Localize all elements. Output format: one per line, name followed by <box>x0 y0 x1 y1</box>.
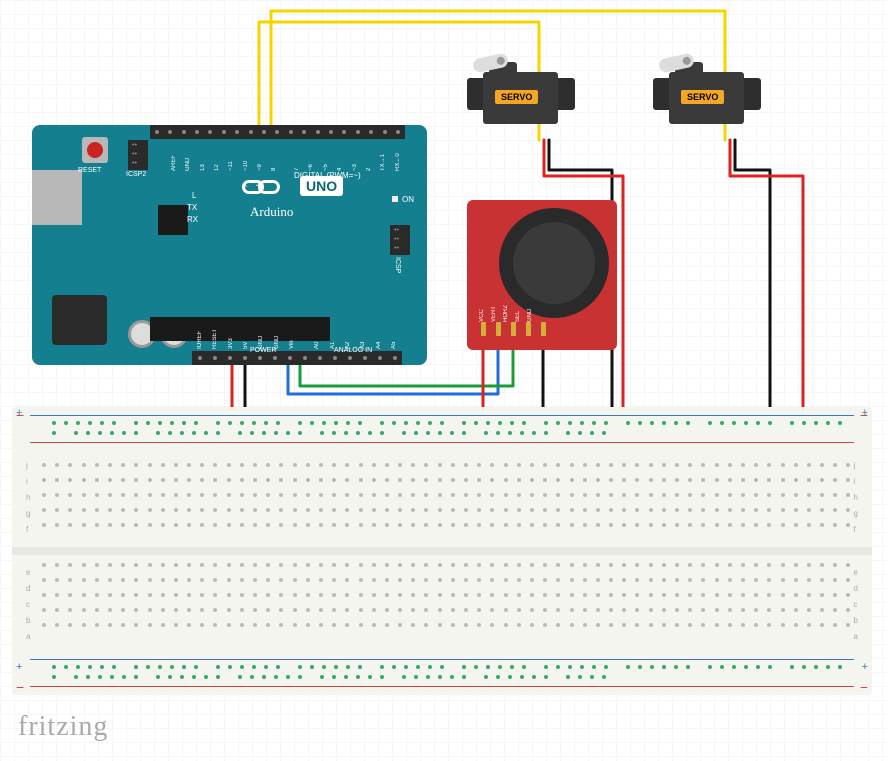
ic-chip <box>158 205 188 235</box>
terminal-strip-top[interactable] <box>42 463 852 539</box>
digital-section-label: DIGITAL (PWM=~) <box>294 171 361 180</box>
rx-led-label: RX <box>187 215 198 224</box>
terminal-strip-bottom[interactable] <box>42 563 852 639</box>
digital-pin-header[interactable] <box>150 125 405 139</box>
brand-label: Arduino <box>250 204 293 220</box>
diagram-canvas: RESET ICSP2 ICSP AREFGND1312~11~10~987~6… <box>0 0 888 761</box>
icsp2-header <box>128 140 148 170</box>
reset-label: RESET <box>78 167 101 174</box>
breadboard: jihgf jihgf edcba edcba + − + − + − + − <box>12 407 872 695</box>
joystick-thumbstick[interactable] <box>499 208 609 318</box>
power-section-label: POWER <box>250 347 276 354</box>
power-rail-bottom[interactable] <box>30 657 854 689</box>
joystick-pin-labels: VCCVERTHORZSELGND <box>479 305 533 322</box>
icsp-header <box>390 225 410 255</box>
power-jack <box>52 295 107 345</box>
reset-button[interactable] <box>82 137 108 163</box>
servo-motor-1: SERVO <box>463 52 583 137</box>
usb-port <box>32 170 82 225</box>
power-analog-pin-labels: IOREFRESET3V35VGNDGNDVinA0A1A2A3A4A5 <box>192 327 402 349</box>
digital-pin-labels: AREFGND1312~11~10~987~6~54~32TX→1RX←0 <box>150 141 405 171</box>
tx-led-label: TX <box>187 203 197 212</box>
analog-joystick-module: VCCVERTHORZSELGND <box>467 200 617 350</box>
breadboard-gutter <box>12 547 872 555</box>
servo-1-label: SERVO <box>495 90 538 104</box>
analog-section-label: ANALOG IN <box>334 347 372 354</box>
icsp-label: ICSP <box>394 257 401 273</box>
joystick-pin-header[interactable] <box>481 322 581 342</box>
wire-servo2-vcc <box>730 140 803 436</box>
servo-motor-2: SERVO <box>649 52 769 137</box>
fritzing-watermark: fritzing <box>18 711 108 743</box>
wire-servo2-gnd <box>735 140 770 424</box>
servo-2-label: SERVO <box>681 90 724 104</box>
arduino-uno-board: RESET ICSP2 ICSP AREFGND1312~11~10~987~6… <box>32 125 427 365</box>
icsp2-label: ICSP2 <box>126 171 146 178</box>
arduino-logo: - + UNO <box>242 180 302 204</box>
on-led-label: ON <box>402 195 414 204</box>
power-rail-top[interactable] <box>30 413 854 445</box>
l-led-label: L <box>192 191 196 200</box>
